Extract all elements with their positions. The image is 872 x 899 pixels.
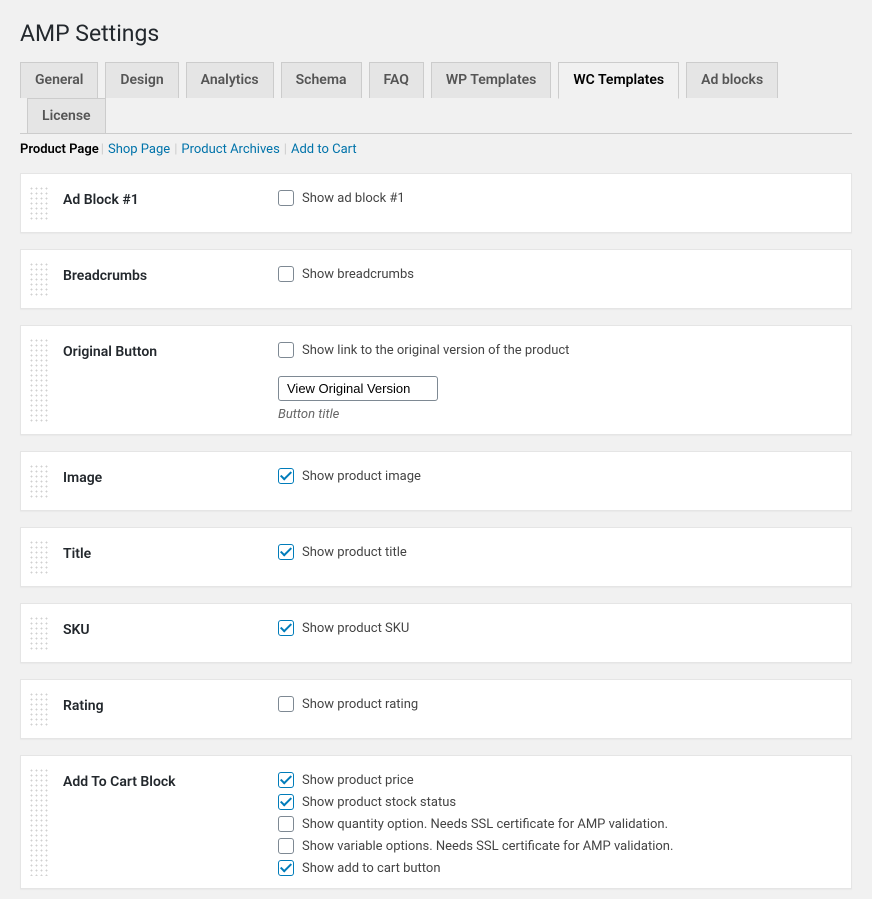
separator: | [99,142,106,157]
checkbox-label[interactable]: Show product image [302,469,421,484]
subtab-product-page[interactable]: Product Page [20,142,99,157]
checkbox-label[interactable]: Show product title [302,545,407,560]
section-image: Image Show product image [20,451,852,511]
drag-handle-icon[interactable] [29,616,49,650]
show-original-link-checkbox[interactable] [278,342,294,358]
subtab-shop-page[interactable]: Shop Page [106,142,172,157]
section-heading: Ad Block #1 [63,186,278,208]
sub-nav: Product Page | Shop Page | Product Archi… [20,142,852,157]
section-heading: Title [63,540,278,562]
subtab-product-archives[interactable]: Product Archives [179,142,281,157]
button-title-input[interactable] [278,376,438,401]
add-to-cart-option-checkbox[interactable] [278,772,294,788]
show-breadcrumbs-checkbox[interactable] [278,266,294,282]
tab-schema[interactable]: Schema [281,62,362,98]
drag-handle-icon[interactable] [29,262,49,296]
drag-handle-icon[interactable] [29,692,49,726]
section-heading: Rating [63,692,278,714]
tab-analytics[interactable]: Analytics [186,62,274,98]
show-ad-block-checkbox[interactable] [278,190,294,206]
show-product-rating-checkbox[interactable] [278,696,294,712]
show-product-sku-checkbox[interactable] [278,620,294,636]
drag-handle-icon[interactable] [29,186,49,220]
section-heading: Image [63,464,278,486]
show-product-image-checkbox[interactable] [278,468,294,484]
drag-handle-icon[interactable] [29,464,49,498]
field-description: Button title [278,407,839,422]
drag-handle-icon[interactable] [29,338,49,422]
section-breadcrumbs: Breadcrumbs Show breadcrumbs [20,249,852,309]
drag-handle-icon[interactable] [29,540,49,574]
section-original-button: Original Button Show link to the origina… [20,325,852,435]
checkbox-label[interactable]: Show breadcrumbs [302,267,414,282]
add-to-cart-option-checkbox[interactable] [278,816,294,832]
nav-tabs: GeneralDesignAnalyticsSchemaFAQWP Templa… [20,53,852,134]
checkbox-label[interactable]: Show link to the original version of the… [302,343,569,358]
tab-wc-templates[interactable]: WC Templates [558,62,679,99]
checkbox-label[interactable]: Show product price [302,773,414,788]
checkbox-label[interactable]: Show product SKU [302,621,409,636]
section-rating: Rating Show product rating [20,679,852,739]
tab-ad-blocks[interactable]: Ad blocks [686,62,778,98]
checkbox-label[interactable]: Show quantity option. Needs SSL certific… [302,817,668,832]
section-heading: Original Button [63,338,278,360]
checkbox-label[interactable]: Show ad block #1 [302,191,405,206]
add-to-cart-option-checkbox[interactable] [278,794,294,810]
checkbox-label[interactable]: Show add to cart button [302,861,441,876]
section-heading: Add To Cart Block [63,768,278,790]
separator: | [282,142,289,157]
section-heading: SKU [63,616,278,638]
tab-general[interactable]: General [20,62,98,98]
drag-handle-icon[interactable] [29,768,49,876]
checkbox-label[interactable]: Show variable options. Needs SSL certifi… [302,839,673,854]
page-title: AMP Settings [20,10,852,53]
section-heading: Breadcrumbs [63,262,278,284]
tab-wp-templates[interactable]: WP Templates [431,62,552,98]
add-to-cart-option-checkbox[interactable] [278,860,294,876]
show-product-title-checkbox[interactable] [278,544,294,560]
subtab-add-to-cart[interactable]: Add to Cart [289,142,359,157]
add-to-cart-option-checkbox[interactable] [278,838,294,854]
section-ad-block: Ad Block #1 Show ad block #1 [20,173,852,233]
section-sku: SKU Show product SKU [20,603,852,663]
tab-license[interactable]: License [27,98,106,134]
checkbox-label[interactable]: Show product stock status [302,795,456,810]
tab-faq[interactable]: FAQ [369,62,424,98]
checkbox-label[interactable]: Show product rating [302,697,418,712]
separator: | [172,142,179,157]
tab-design[interactable]: Design [105,62,178,98]
section-title: Title Show product title [20,527,852,587]
section-add-to-cart: Add To Cart Block Show product price Show… [20,755,852,889]
